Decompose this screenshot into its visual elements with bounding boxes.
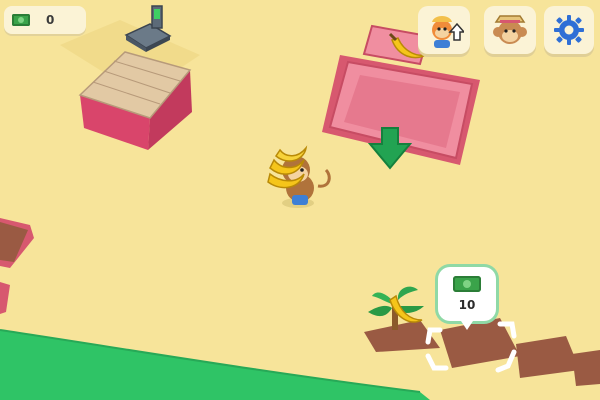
settings-button[interactable] — [544, 6, 594, 54]
game-world — [0, 0, 600, 400]
cash-icon — [453, 276, 481, 292]
cash-icon — [12, 14, 30, 26]
plot-cost: 10 — [458, 298, 476, 312]
plot-purchase-bubble[interactable]: 10 — [438, 267, 496, 330]
gear-icon — [554, 15, 584, 45]
money-counter: 0 — [4, 6, 86, 34]
worker-upgrade-icon — [432, 16, 464, 48]
monkey-face-icon — [493, 15, 527, 44]
upgrade-worker-button[interactable] — [418, 6, 470, 54]
money-value: 0 — [46, 13, 55, 27]
hire-monkey-button[interactable] — [484, 6, 536, 54]
